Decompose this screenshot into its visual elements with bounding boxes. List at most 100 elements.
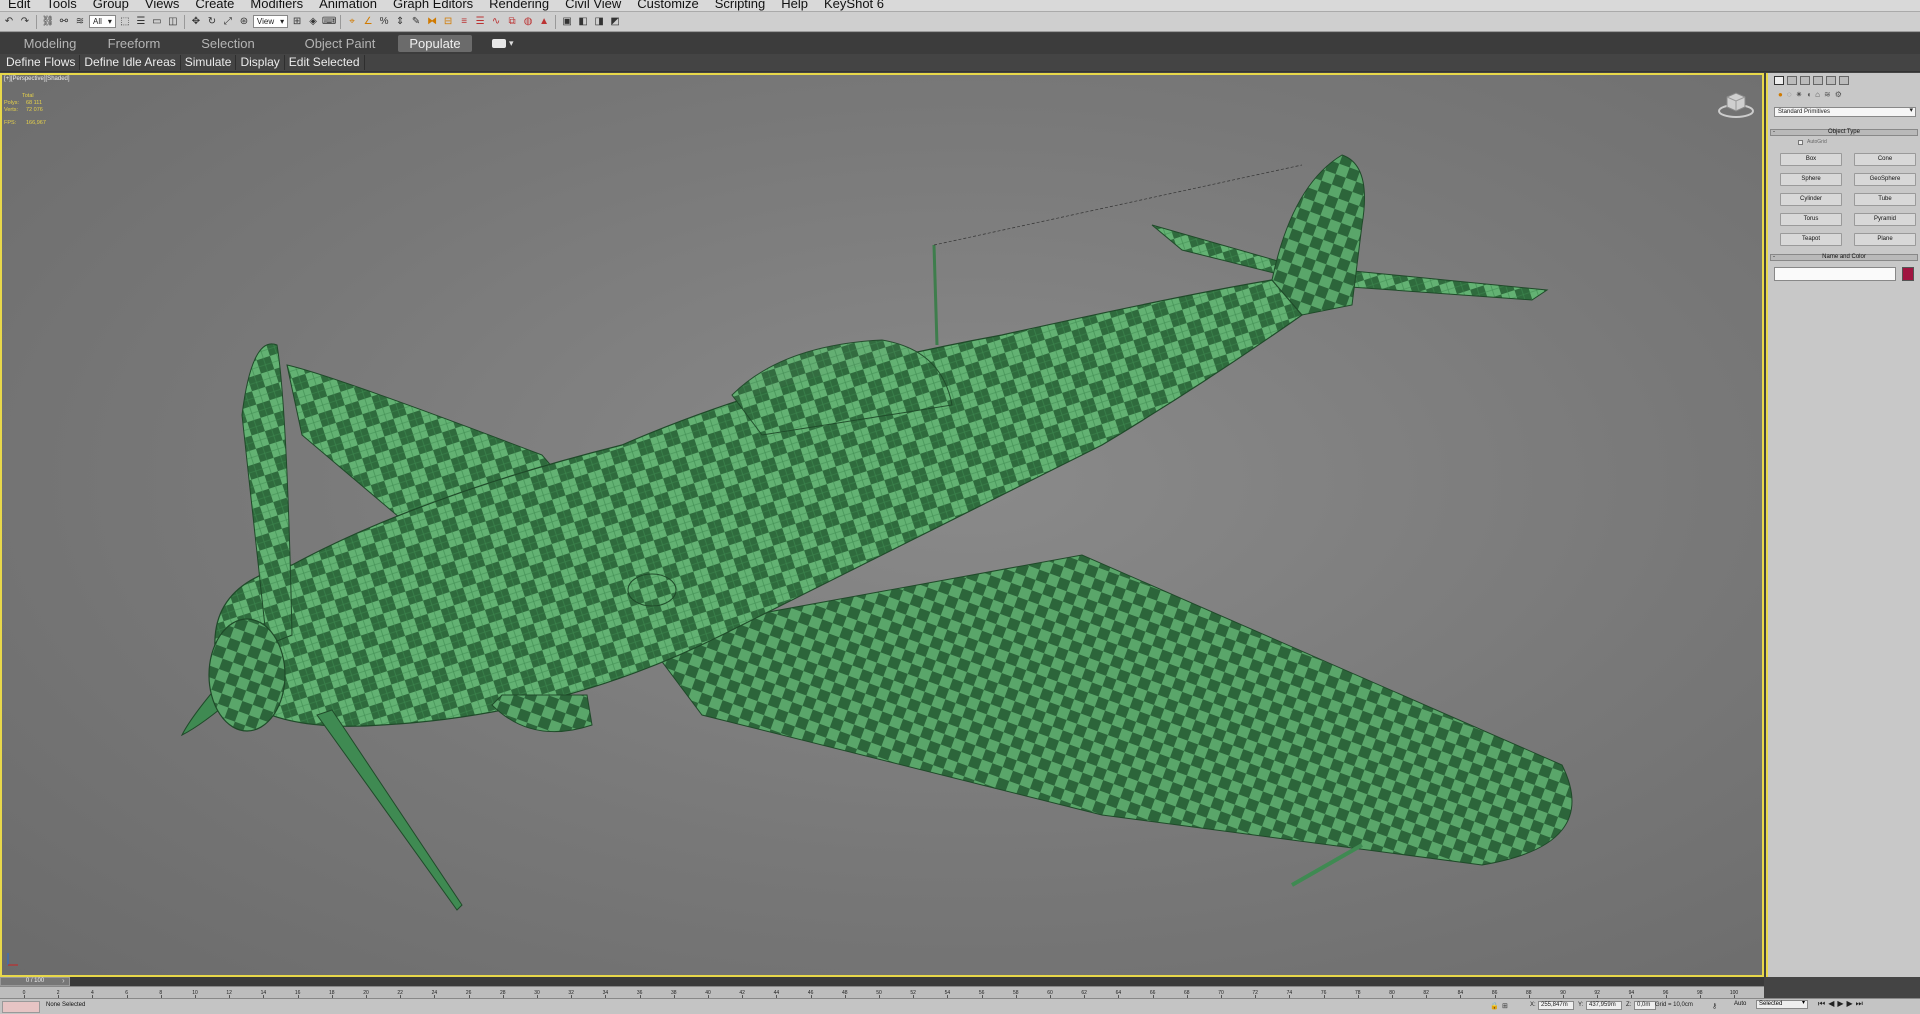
tab-object-paint[interactable]: Object Paint bbox=[288, 35, 392, 52]
graphite-toggle-icon[interactable]: ☰ bbox=[473, 15, 487, 29]
edit-selected-button[interactable]: Edit Selected bbox=[285, 55, 365, 70]
space-warps-icon[interactable]: ≋ bbox=[1824, 90, 1831, 99]
teapot-button[interactable]: Teapot bbox=[1780, 233, 1842, 246]
auto-key-button[interactable]: Auto bbox=[1734, 1001, 1746, 1007]
next-frame-icon[interactable]: ▶ bbox=[1847, 999, 1853, 1009]
menu-civil-view[interactable]: Civil View bbox=[557, 0, 629, 10]
render-setup-icon[interactable]: ▲ bbox=[537, 15, 551, 29]
define-idle-areas-button[interactable]: Define Idle Areas bbox=[80, 55, 181, 70]
object-type-rollout[interactable]: - Object Type bbox=[1770, 129, 1918, 136]
modify-tab-icon[interactable] bbox=[1787, 76, 1797, 85]
align-icon[interactable]: ⊟ bbox=[441, 15, 455, 29]
go-to-end-icon[interactable]: ⏭ bbox=[1856, 999, 1863, 1009]
menu-scripting[interactable]: Scripting bbox=[707, 0, 774, 10]
motion-tab-icon[interactable] bbox=[1813, 76, 1823, 85]
display-tab-icon[interactable] bbox=[1826, 76, 1836, 85]
object-name-field[interactable] bbox=[1774, 267, 1896, 281]
name-and-color-rollout[interactable]: - Name and Color bbox=[1770, 254, 1918, 261]
viewcube[interactable] bbox=[1716, 87, 1756, 119]
define-flows-button[interactable]: Define Flows bbox=[2, 55, 81, 70]
next-frame-arrow-icon[interactable]: › bbox=[62, 976, 65, 985]
schematic-view-icon[interactable]: ⧉ bbox=[505, 15, 519, 29]
tab-modeling[interactable]: Modeling bbox=[0, 35, 100, 52]
menu-help[interactable]: Help bbox=[773, 0, 816, 10]
lock-selection-icon[interactable]: 🔒 bbox=[1490, 1002, 1499, 1010]
set-key-icon[interactable]: ⚷ bbox=[1712, 1002, 1717, 1010]
shapes-icon[interactable]: ◌ bbox=[1787, 90, 1792, 99]
sphere-button[interactable]: Sphere bbox=[1780, 173, 1842, 186]
menu-graph-editors[interactable]: Graph Editors bbox=[385, 0, 481, 10]
named-selection-icon[interactable]: ✎ bbox=[409, 15, 423, 29]
menu-views[interactable]: Views bbox=[137, 0, 187, 10]
snaps-toggle-icon[interactable]: ⌖ bbox=[345, 15, 359, 29]
geometry-icon[interactable]: ● bbox=[1778, 90, 1783, 99]
maxscript-listener-field[interactable] bbox=[2, 1001, 40, 1013]
ribbon-options-button[interactable]: ▾ bbox=[492, 38, 514, 49]
render-production-icon[interactable]: ◧ bbox=[576, 15, 590, 29]
menu-keyshot[interactable]: KeyShot 6 bbox=[816, 0, 892, 10]
previous-frame-icon[interactable]: ◀ bbox=[1828, 999, 1834, 1009]
cameras-icon[interactable]: ◖ bbox=[1806, 90, 1811, 99]
undo-icon[interactable]: ↶ bbox=[2, 15, 16, 29]
helpers-icon[interactable]: ⌂ bbox=[1815, 90, 1820, 99]
primitive-category-dropdown[interactable]: Standard Primitives bbox=[1774, 107, 1916, 117]
layer-manager-icon[interactable]: ≡ bbox=[457, 15, 471, 29]
angle-snap-icon[interactable]: ∠ bbox=[361, 15, 375, 29]
mirror-icon[interactable]: ⧓ bbox=[425, 15, 439, 29]
aircraft-model[interactable] bbox=[2, 75, 1762, 975]
select-object-icon[interactable]: ⬚ bbox=[118, 15, 132, 29]
z-coordinate-field[interactable]: 0,0m bbox=[1634, 1001, 1656, 1010]
object-color-swatch[interactable] bbox=[1902, 267, 1914, 281]
autogrid-checkbox[interactable] bbox=[1798, 139, 1803, 145]
percent-snap-icon[interactable]: % bbox=[377, 15, 391, 29]
time-slider-thumb[interactable]: 0 / 100 bbox=[0, 977, 70, 986]
lights-icon[interactable]: ✷ bbox=[1796, 90, 1803, 99]
move-icon[interactable]: ✥ bbox=[189, 15, 203, 29]
systems-icon[interactable]: ⚙ bbox=[1835, 90, 1842, 99]
keyboard-shortcut-icon[interactable]: ⌨ bbox=[322, 15, 336, 29]
unlink-icon[interactable]: ⚯ bbox=[57, 15, 71, 29]
plane-button[interactable]: Plane bbox=[1854, 233, 1916, 246]
go-to-start-icon[interactable]: ⏮ bbox=[1818, 999, 1825, 1009]
geosphere-button[interactable]: GeoSphere bbox=[1854, 173, 1916, 186]
cone-button[interactable]: Cone bbox=[1854, 153, 1916, 166]
tab-freeform[interactable]: Freeform bbox=[100, 35, 168, 52]
pyramid-button[interactable]: Pyramid bbox=[1854, 213, 1916, 226]
time-slider[interactable]: 0 / 100 › bbox=[0, 976, 1764, 986]
select-by-name-icon[interactable]: ☰ bbox=[134, 15, 148, 29]
material-editor-icon[interactable]: ◍ bbox=[521, 15, 535, 29]
bind-space-warp-icon[interactable]: ≋ bbox=[73, 15, 87, 29]
hierarchy-tab-icon[interactable] bbox=[1800, 76, 1810, 85]
play-icon[interactable]: ▶ bbox=[1837, 999, 1843, 1009]
perspective-viewport[interactable]: [+][Perspective][Shaded] Total Polys: 68 … bbox=[0, 73, 1764, 977]
rectangular-selection-icon[interactable]: ▭ bbox=[150, 15, 164, 29]
menu-rendering[interactable]: Rendering bbox=[481, 0, 557, 10]
reference-coordinate-dropdown[interactable]: View ▾ bbox=[252, 15, 289, 28]
absolute-mode-icon[interactable]: ⊞ bbox=[1502, 1002, 1508, 1010]
menu-customize[interactable]: Customize bbox=[629, 0, 706, 10]
menu-animation[interactable]: Animation bbox=[311, 0, 385, 10]
cylinder-button[interactable]: Cylinder bbox=[1780, 193, 1842, 206]
window-crossing-icon[interactable]: ◫ bbox=[166, 15, 180, 29]
autogrid-option[interactable]: AutoGrid bbox=[1798, 139, 1920, 145]
menu-create[interactable]: Create bbox=[187, 0, 242, 10]
curve-editor-icon[interactable]: ∿ bbox=[489, 15, 503, 29]
menu-edit[interactable]: Edit bbox=[0, 0, 38, 10]
box-button[interactable]: Box bbox=[1780, 153, 1842, 166]
tube-button[interactable]: Tube bbox=[1854, 193, 1916, 206]
link-icon[interactable]: ⛓ bbox=[41, 15, 55, 29]
select-manipulate-icon[interactable]: ◈ bbox=[306, 15, 320, 29]
rendered-frame-window-icon[interactable]: ▣ bbox=[560, 15, 574, 29]
key-filter-dropdown[interactable]: Selected bbox=[1756, 1000, 1808, 1009]
track-bar[interactable]: 0 2 4 6 8 10 12 14 16 18 20 22 24 26 28 30 32 34 36 38 40 42 4… bbox=[0, 986, 1764, 998]
tab-selection[interactable]: Selection bbox=[168, 35, 288, 52]
y-coordinate-field[interactable]: 437,959m bbox=[1586, 1001, 1622, 1010]
menu-modifiers[interactable]: Modifiers bbox=[242, 0, 311, 10]
redo-icon[interactable]: ↷ bbox=[18, 15, 32, 29]
scale-icon[interactable]: ⤢ bbox=[221, 15, 235, 29]
render-activeshade-icon[interactable]: ◩ bbox=[608, 15, 622, 29]
x-coordinate-field[interactable]: 255,847m bbox=[1538, 1001, 1574, 1010]
rotate-icon[interactable]: ↻ bbox=[205, 15, 219, 29]
torus-button[interactable]: Torus bbox=[1780, 213, 1842, 226]
create-tab-icon[interactable] bbox=[1774, 76, 1784, 85]
